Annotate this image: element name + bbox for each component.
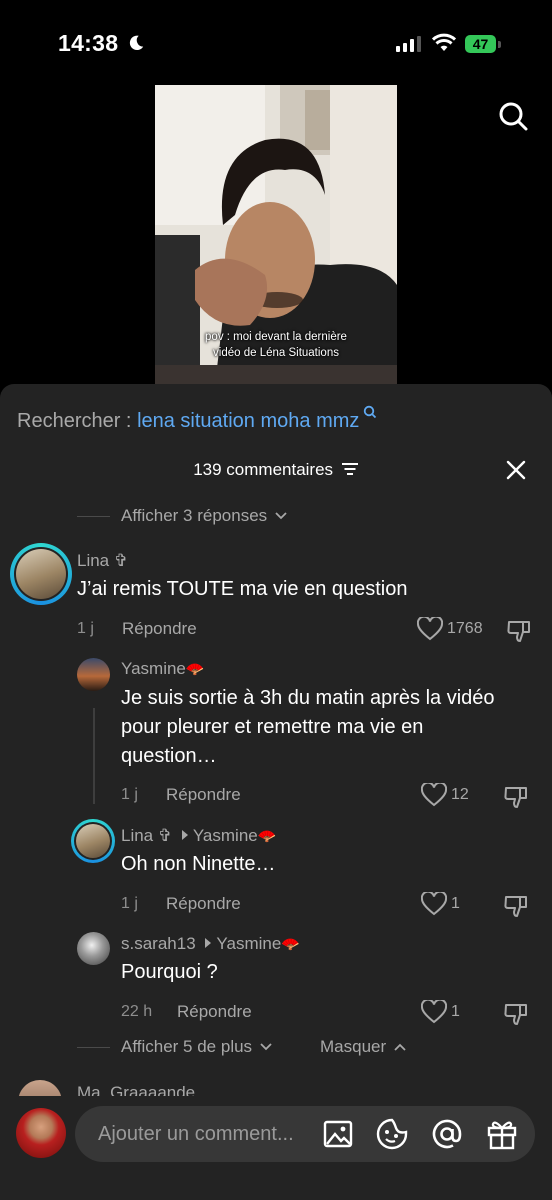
like-count: 1 (451, 895, 460, 912)
reply-author[interactable]: Yasmine🪭 (121, 659, 205, 679)
heart-icon[interactable] (417, 617, 443, 641)
show-more-replies[interactable]: Afficher 5 de plus (121, 1037, 273, 1057)
reply-text-line: Je suis sortie à 3h du matin après la vi… (121, 687, 495, 709)
avatar (76, 824, 110, 858)
reply-button[interactable]: Répondre (166, 785, 241, 805)
caption-line-2: vidéo de Léna Situations (213, 347, 339, 359)
reply-author[interactable]: Lina ✞ Yasmine🪭 (121, 826, 276, 846)
reply-time: 1 j (121, 895, 138, 912)
reply-author-name: s.sarah13 (121, 934, 196, 953)
search-query-link[interactable]: lena situation moha mmz (137, 410, 359, 432)
reply-text: Pourquoi ? (121, 961, 218, 983)
reply-to-name[interactable]: Yasmine (216, 934, 281, 953)
dislike-icon[interactable] (503, 893, 529, 919)
search-suggestion[interactable]: Rechercher : lena situation moha mmz (17, 405, 377, 433)
video-caption: pov : moi devant la dernière vidéo de Lé… (155, 329, 397, 361)
show-previous-replies[interactable]: Afficher 3 réponses (121, 506, 288, 526)
comment-author[interactable]: Lina ✞ (77, 551, 128, 571)
mention-icon[interactable] (431, 1118, 463, 1150)
reply-time: 22 h (121, 1003, 153, 1020)
chevron-up-icon (394, 1043, 406, 1051)
like-count: 1 (451, 1003, 460, 1020)
reply-button[interactable]: Répondre (177, 1002, 252, 1022)
reply-author-name: Lina ✞ (121, 826, 173, 845)
avatar[interactable] (77, 658, 110, 691)
battery-tip (498, 41, 501, 48)
reply-button[interactable]: Répondre (122, 619, 197, 639)
like-count: 12 (451, 786, 469, 803)
fan-emoji: 🪭 (257, 828, 277, 845)
reply-button[interactable]: Répondre (166, 894, 241, 914)
fan-emoji: 🪭 (281, 936, 300, 953)
image-icon[interactable] (323, 1119, 353, 1149)
search-prefix: Rechercher : (17, 410, 132, 432)
my-avatar[interactable] (16, 1108, 66, 1158)
sticker-icon[interactable] (376, 1118, 408, 1150)
chevron-down-icon (275, 512, 287, 520)
reply-text-line: question… (121, 745, 217, 767)
sort-icon[interactable] (341, 462, 359, 476)
divider (77, 1047, 110, 1048)
hide-label: Masquer (320, 1037, 387, 1056)
divider (77, 516, 110, 517)
dislike-icon[interactable] (506, 618, 532, 644)
search-small-icon (363, 405, 377, 419)
dislike-icon[interactable] (503, 784, 529, 810)
battery-indicator: 47 (465, 35, 496, 53)
heart-icon[interactable] (421, 892, 447, 916)
status-time: 14:38 (58, 30, 119, 56)
thread-line (93, 708, 95, 804)
show-previous-replies-label: Afficher 3 réponses (121, 506, 268, 525)
reply-text: Oh non Ninette… (121, 853, 276, 875)
search-icon[interactable] (497, 100, 529, 132)
dislike-icon[interactable] (503, 1001, 529, 1027)
like-count: 1768 (447, 620, 483, 637)
caption-line-1: pov : moi devant la dernière (205, 331, 347, 343)
heart-icon[interactable] (421, 783, 447, 807)
avatar[interactable] (77, 932, 110, 965)
comments-count-label: 139 commentaires (193, 460, 334, 479)
avatar-ring-gap (14, 547, 68, 601)
wifi-icon (432, 33, 456, 51)
reply-to-name[interactable]: Yasmine (193, 826, 258, 845)
hide-replies[interactable]: Masquer (320, 1037, 407, 1057)
reply-author[interactable]: s.sarah13 Yasmine🪭 (121, 934, 300, 954)
comments-count: 139 commentaires (0, 460, 552, 480)
avatar (16, 549, 66, 599)
comment-time: 1 j (77, 620, 94, 637)
chevron-down-icon (260, 1043, 272, 1051)
reply-text-line: pour pleurer et remettre ma vie en (121, 716, 424, 738)
caret-right-icon (205, 938, 212, 948)
heart-icon[interactable] (421, 1000, 447, 1024)
close-icon[interactable] (505, 459, 527, 481)
video-player[interactable]: pov : moi devant la dernière vidéo de Lé… (155, 85, 397, 385)
reply-author-name: Yasmine (121, 659, 186, 678)
moon-icon (129, 35, 144, 51)
avatar-story-ring[interactable] (10, 543, 72, 605)
avatar-ring-gap (74, 822, 112, 860)
avatar-story-ring[interactable] (71, 819, 115, 863)
gift-icon[interactable] (487, 1118, 517, 1150)
show-more-label: Afficher 5 de plus (121, 1037, 253, 1056)
reply-text: Je suis sortie à 3h du matin après la vi… (121, 684, 495, 771)
caret-right-icon (181, 830, 188, 840)
signal-icon (396, 36, 421, 52)
reply-time: 1 j (121, 786, 138, 803)
fan-emoji: 🪭 (185, 661, 205, 678)
comment-text: J’ai remis TOUTE ma vie en question (77, 578, 408, 600)
comment-input-placeholder[interactable]: Ajouter un comment... (98, 1123, 294, 1146)
